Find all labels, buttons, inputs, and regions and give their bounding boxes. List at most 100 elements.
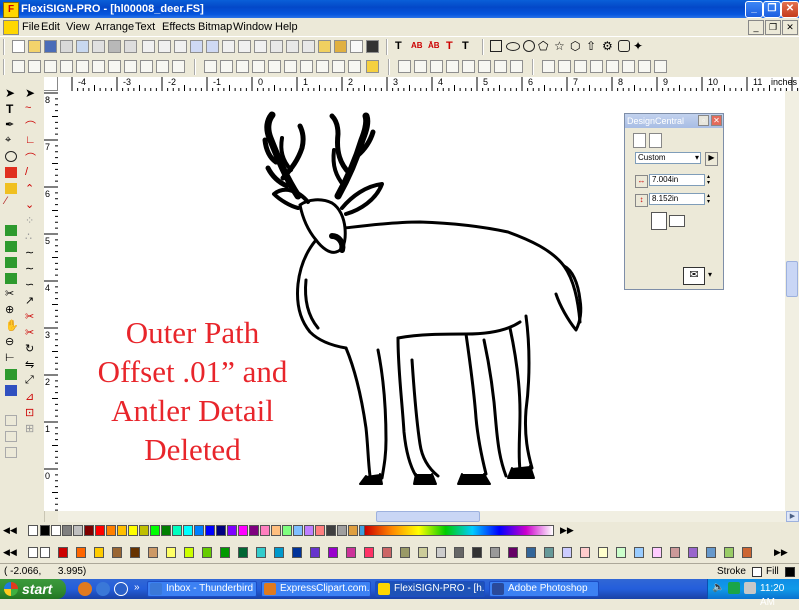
menu-bitmap[interactable]: Bitmap: [198, 20, 232, 34]
print-icon[interactable]: [60, 40, 73, 53]
vertical-scrollbar[interactable]: [785, 91, 799, 511]
forward-one-icon[interactable]: [332, 60, 345, 73]
color-swatch[interactable]: [382, 547, 392, 558]
color-swatch[interactable]: [227, 525, 237, 536]
color-swatch[interactable]: [40, 547, 50, 558]
space-h-icon[interactable]: [430, 60, 443, 73]
color-swatch[interactable]: [688, 547, 698, 558]
polygon-tool-icon[interactable]: ⬡: [570, 39, 580, 53]
color-swatch[interactable]: [40, 525, 50, 536]
text-arc-icon[interactable]: ĀB: [428, 39, 440, 53]
color-swatch[interactable]: [271, 525, 281, 536]
scale-icon[interactable]: ⤢: [25, 374, 34, 387]
color-swatch[interactable]: [304, 525, 314, 536]
space-v-icon[interactable]: [446, 60, 459, 73]
color-swatch[interactable]: [326, 525, 336, 536]
star-tool-icon[interactable]: ☆: [554, 39, 565, 53]
color-swatch[interactable]: [328, 547, 338, 558]
node-tool-icon[interactable]: ⌖: [5, 134, 11, 147]
mask-icon[interactable]: [124, 60, 137, 73]
align-top-icon[interactable]: [252, 60, 265, 73]
split-icon[interactable]: ✂: [25, 310, 34, 323]
perspective-icon[interactable]: ⊞: [25, 422, 34, 435]
network-icon[interactable]: [744, 582, 756, 594]
size-both-icon[interactable]: [494, 60, 507, 73]
cut-icon[interactable]: [142, 40, 155, 53]
color-swatch[interactable]: [106, 525, 116, 536]
color-swatch[interactable]: [346, 547, 356, 558]
color-swatch[interactable]: [364, 547, 374, 558]
quicklaunch-more-icon[interactable]: »: [134, 582, 140, 593]
menu-window[interactable]: Window: [233, 20, 272, 34]
select-tool-icon[interactable]: ➤: [5, 86, 15, 100]
ruler-corner[interactable]: [44, 77, 58, 91]
color-swatch[interactable]: [73, 525, 83, 536]
cusp-node-icon[interactable]: ∴: [25, 230, 32, 243]
color-swatch[interactable]: [274, 547, 284, 558]
doc-close-button[interactable]: ✕: [782, 20, 798, 35]
refresh-icon[interactable]: [238, 40, 251, 53]
undo-icon[interactable]: [190, 40, 203, 53]
lock-icon[interactable]: [140, 60, 153, 73]
doc-restore-button[interactable]: ❐: [765, 20, 781, 35]
text-fit-icon[interactable]: AB: [411, 39, 423, 53]
reverse-path-icon[interactable]: ∽: [25, 278, 34, 291]
pen-tool-icon[interactable]: ✒: [5, 118, 14, 131]
align-right-edge-icon[interactable]: [590, 60, 603, 73]
align-left-edge-icon[interactable]: [574, 60, 587, 73]
envelope-icon[interactable]: ✉: [683, 267, 705, 285]
color-swatch[interactable]: [216, 525, 226, 536]
color-swatch[interactable]: [616, 547, 626, 558]
ellipse-tool-icon[interactable]: [5, 151, 17, 162]
node-edit-icon[interactable]: ➤: [25, 86, 35, 100]
color-swatch[interactable]: [256, 547, 266, 558]
clock[interactable]: 11:20 AM: [760, 582, 799, 610]
line-icon[interactable]: /: [25, 166, 28, 178]
color-swatch[interactable]: [161, 525, 171, 536]
transform-icon[interactable]: [172, 60, 185, 73]
color-swatch[interactable]: [598, 547, 608, 558]
color-swatch[interactable]: [562, 547, 572, 558]
color-swatch[interactable]: [84, 525, 94, 536]
color-swatch[interactable]: [95, 525, 105, 536]
fill-swatch[interactable]: [785, 567, 795, 577]
color-swatch[interactable]: [117, 525, 127, 536]
break-apart-icon[interactable]: [60, 60, 73, 73]
save-icon[interactable]: [44, 40, 57, 53]
bitmap-icon[interactable]: [334, 40, 347, 53]
color-swatch[interactable]: [150, 525, 160, 536]
tray-app-icon[interactable]: [728, 582, 740, 594]
color-swatch[interactable]: [62, 525, 72, 536]
color-swatch[interactable]: [526, 547, 536, 558]
align-bottom-icon[interactable]: [284, 60, 297, 73]
weld-icon[interactable]: [76, 60, 89, 73]
measure-tool-icon[interactable]: ⊢: [5, 351, 15, 364]
smooth-node-icon[interactable]: ⁘: [25, 214, 34, 227]
magnify-tool-icon[interactable]: ⊖: [5, 335, 14, 348]
arc-icon[interactable]: ⌒: [25, 150, 36, 166]
menu-text[interactable]: Text: [135, 20, 155, 34]
color-swatch[interactable]: [508, 547, 518, 558]
print-preview-icon[interactable]: [76, 40, 89, 53]
size-width-icon[interactable]: [462, 60, 475, 73]
color-swatch[interactable]: [238, 525, 248, 536]
palette-left-icon[interactable]: ◀◀: [3, 525, 17, 536]
combine-icon[interactable]: [44, 60, 57, 73]
color-swatch[interactable]: [544, 547, 554, 558]
menu-effects[interactable]: Effects: [162, 20, 195, 34]
color-swatch[interactable]: [128, 525, 138, 536]
palette-icon[interactable]: [302, 40, 315, 53]
menu-view[interactable]: View: [66, 20, 90, 34]
color-swatch[interactable]: [400, 547, 410, 558]
color-swatch[interactable]: [139, 525, 149, 536]
color-swatch[interactable]: [112, 547, 122, 558]
circle-tool-icon[interactable]: [523, 40, 535, 52]
burst-shape-icon[interactable]: ✦: [633, 39, 643, 53]
grid-icon[interactable]: [286, 40, 299, 53]
contour-tool-icon[interactable]: [5, 241, 17, 252]
bezier-icon[interactable]: ~: [25, 102, 31, 114]
color-swatch[interactable]: [418, 547, 428, 558]
color-swatch[interactable]: [454, 547, 464, 558]
break-node-icon[interactable]: ⌃: [25, 182, 34, 195]
pentagon-tool-icon[interactable]: ⬠: [538, 39, 548, 53]
